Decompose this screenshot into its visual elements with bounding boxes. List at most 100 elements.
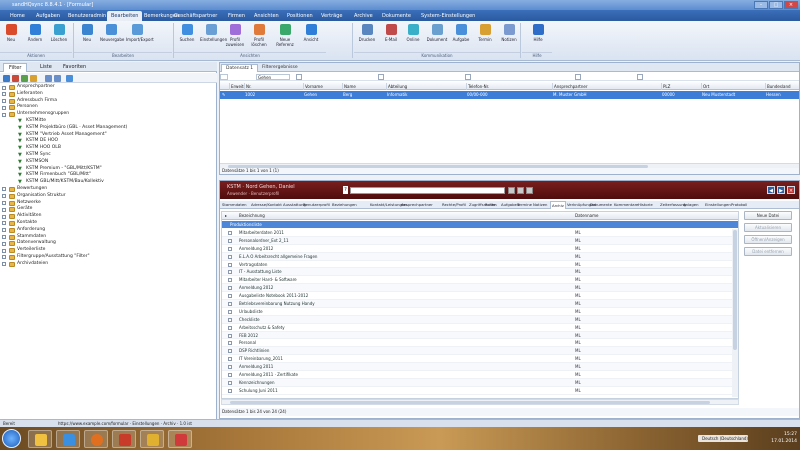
tree-item[interactable]: Archivdateien xyxy=(0,261,217,268)
taskbar-pdf[interactable] xyxy=(168,430,192,448)
archive-row[interactable]: Anmeldung 2012 ML xyxy=(222,245,732,253)
filter-checkbox[interactable] xyxy=(296,74,302,80)
left-tab[interactable]: Favoriten xyxy=(58,63,91,72)
archive-row[interactable]: Kennzeichnungen ML xyxy=(222,378,732,387)
column-header[interactable]: Datenname xyxy=(575,212,598,220)
archive-action-button[interactable]: Neue Datei xyxy=(744,211,792,220)
filter-checkbox[interactable] xyxy=(637,74,643,80)
close-button[interactable]: × xyxy=(784,1,798,9)
detail-tab[interactable]: Historie xyxy=(637,201,654,209)
archive-row[interactable]: Mitarbeiter Hard- & Software ML xyxy=(222,276,732,285)
archive-row[interactable]: Urlaubsliste ML xyxy=(222,308,732,316)
row-checkbox[interactable] xyxy=(228,373,232,378)
archive-row[interactable]: Anmeldung 2011 ML xyxy=(222,363,732,372)
archive-action-button[interactable]: Öffnen/Anzeigen xyxy=(744,235,792,244)
tree-item[interactable]: ▼ KSTM GBL/Mitt/KSTM/Bau/Kollektiv xyxy=(0,179,217,186)
row-checkbox[interactable] xyxy=(228,317,232,322)
row-checkbox[interactable] xyxy=(228,278,232,283)
row-checkbox[interactable] xyxy=(228,325,232,330)
menu-tab[interactable]: Positionen xyxy=(283,11,317,21)
expand-toggle-icon[interactable] xyxy=(2,194,6,199)
row-checkbox[interactable] xyxy=(228,231,232,235)
ribbon-button[interactable]: Profil zuweisen xyxy=(224,24,246,50)
grid-tab[interactable]: Filterergebnisse xyxy=(258,64,302,72)
ribbon-button[interactable]: Dokument xyxy=(426,24,448,50)
archive-action-button[interactable]: Datei entfernen xyxy=(744,247,792,256)
archive-row[interactable]: FEB 2012 ML xyxy=(222,331,732,340)
menu-tab[interactable]: System-Einstellungen xyxy=(417,11,479,21)
ribbon-button[interactable]: Suchen xyxy=(176,24,198,50)
column-header[interactable]: Erweitert xyxy=(229,83,244,90)
ribbon-button[interactable]: Termin xyxy=(474,24,496,50)
grid-selected-row[interactable]: ✎ 1002 Gehen Berg Informatik 00/00-000 M. Must… xyxy=(220,91,799,99)
ribbon-button[interactable]: E-Mail xyxy=(380,24,402,50)
archive-row[interactable]: Personal ML xyxy=(222,339,732,348)
left-tab[interactable]: Liste xyxy=(35,63,57,72)
minimize-button[interactable]: – xyxy=(754,1,768,9)
clear-search-button[interactable] xyxy=(517,187,524,194)
grid-tab[interactable]: Datensatz 1 xyxy=(221,64,259,72)
expand-toggle-icon[interactable] xyxy=(2,187,6,192)
taskbar-ie[interactable] xyxy=(56,430,80,448)
delete-icon[interactable] xyxy=(12,75,19,82)
help-icon[interactable]: ? xyxy=(343,186,348,194)
menu-tab[interactable]: Archive xyxy=(350,11,377,21)
taskbar-media[interactable] xyxy=(140,430,164,448)
row-checkbox[interactable] xyxy=(228,294,232,299)
archive-row[interactable]: Ausgabeliste Notebook 2011-2012 ML xyxy=(222,292,732,301)
expand-toggle-icon[interactable] xyxy=(2,99,6,104)
tree-item[interactable]: Bewertungen xyxy=(0,186,217,193)
archive-row[interactable]: E.L.A.O Arbeitsrecht allgemeine Fragen ML xyxy=(222,252,732,261)
tree-item[interactable]: ▼ KSTM Projektbüro (GBL · Asset Managemen… xyxy=(0,125,217,132)
expand-toggle-icon[interactable] xyxy=(2,262,6,267)
detail-tab[interactable]: Ansprechpartner xyxy=(400,201,434,209)
tree-item[interactable]: Netzwerke xyxy=(0,200,217,207)
archive-row[interactable]: Checkliste ML xyxy=(222,315,732,324)
filter-checkbox[interactable] xyxy=(575,74,581,80)
expand-toggle-icon[interactable] xyxy=(2,235,6,240)
archive-row[interactable]: IT Vereinbarung_2011 ML xyxy=(222,355,732,364)
edit-icon[interactable]: ✎ xyxy=(221,91,225,99)
tree-item[interactable]: Aktivitäten xyxy=(0,213,217,220)
ribbon-button[interactable]: Löschen xyxy=(48,24,70,50)
collapse-icon[interactable] xyxy=(54,75,61,82)
expand-toggle-icon[interactable] xyxy=(2,255,6,260)
row-checkbox[interactable] xyxy=(228,302,232,307)
archive-row[interactable]: Schulung Juni 2011 ML xyxy=(222,387,732,395)
column-header[interactable]: Ort xyxy=(701,83,765,90)
tree-item[interactable]: Filtergruppe/Ausstattung "Filter" xyxy=(0,254,217,261)
tree-item[interactable]: Ansprechpartner xyxy=(0,84,217,91)
detail-tab[interactable]: Termine xyxy=(516,201,533,209)
expand-toggle-icon[interactable] xyxy=(2,221,6,226)
expand-toggle-icon[interactable] xyxy=(2,241,6,246)
row-checkbox[interactable] xyxy=(228,349,232,354)
row-checkbox[interactable] xyxy=(228,254,232,259)
detail-tab[interactable]: Benutzerprofil xyxy=(302,201,331,209)
ribbon-button[interactable]: Neu xyxy=(76,24,98,50)
menu-tab[interactable]: Benutzeradmin xyxy=(64,11,110,21)
clock[interactable]: 15:27 17.01.2014 xyxy=(771,431,797,445)
taskbar-app[interactable] xyxy=(112,430,136,448)
detail-tab[interactable]: Rechte/Profil xyxy=(441,201,467,209)
column-header[interactable]: Ansprechpartner xyxy=(552,83,661,90)
row-checkbox[interactable] xyxy=(228,246,232,251)
expand-toggle-icon[interactable] xyxy=(2,228,6,233)
tree-item[interactable]: Kontakte xyxy=(0,220,217,227)
language-indicator[interactable]: Deutsch (Deutschland) xyxy=(698,435,748,442)
expand-toggle-icon[interactable] xyxy=(2,207,6,212)
filter-input-0[interactable] xyxy=(220,74,228,80)
expand-toggle-icon[interactable] xyxy=(2,201,6,206)
group-row[interactable]: Produktionsliste xyxy=(222,221,738,228)
tree-item[interactable]: Verteilerliste xyxy=(0,247,217,254)
row-checkbox[interactable] xyxy=(228,388,232,393)
archive-row[interactable]: Mitarbeiterdaten 2011 ML xyxy=(222,229,732,237)
taskbar-explorer[interactable] xyxy=(28,430,52,448)
detail-tab[interactable]: Notizen xyxy=(532,201,548,209)
menu-tab[interactable]: Bearbeiten xyxy=(107,11,143,21)
horizontal-scrollbar[interactable] xyxy=(221,399,739,405)
scroll-thumb[interactable] xyxy=(230,401,710,404)
detail-tab[interactable]: Beziehungen xyxy=(331,201,358,209)
ribbon-button[interactable]: Neue Referenz xyxy=(274,24,296,50)
row-checkbox[interactable] xyxy=(228,357,232,362)
column-header[interactable]: Nr. xyxy=(244,83,303,90)
